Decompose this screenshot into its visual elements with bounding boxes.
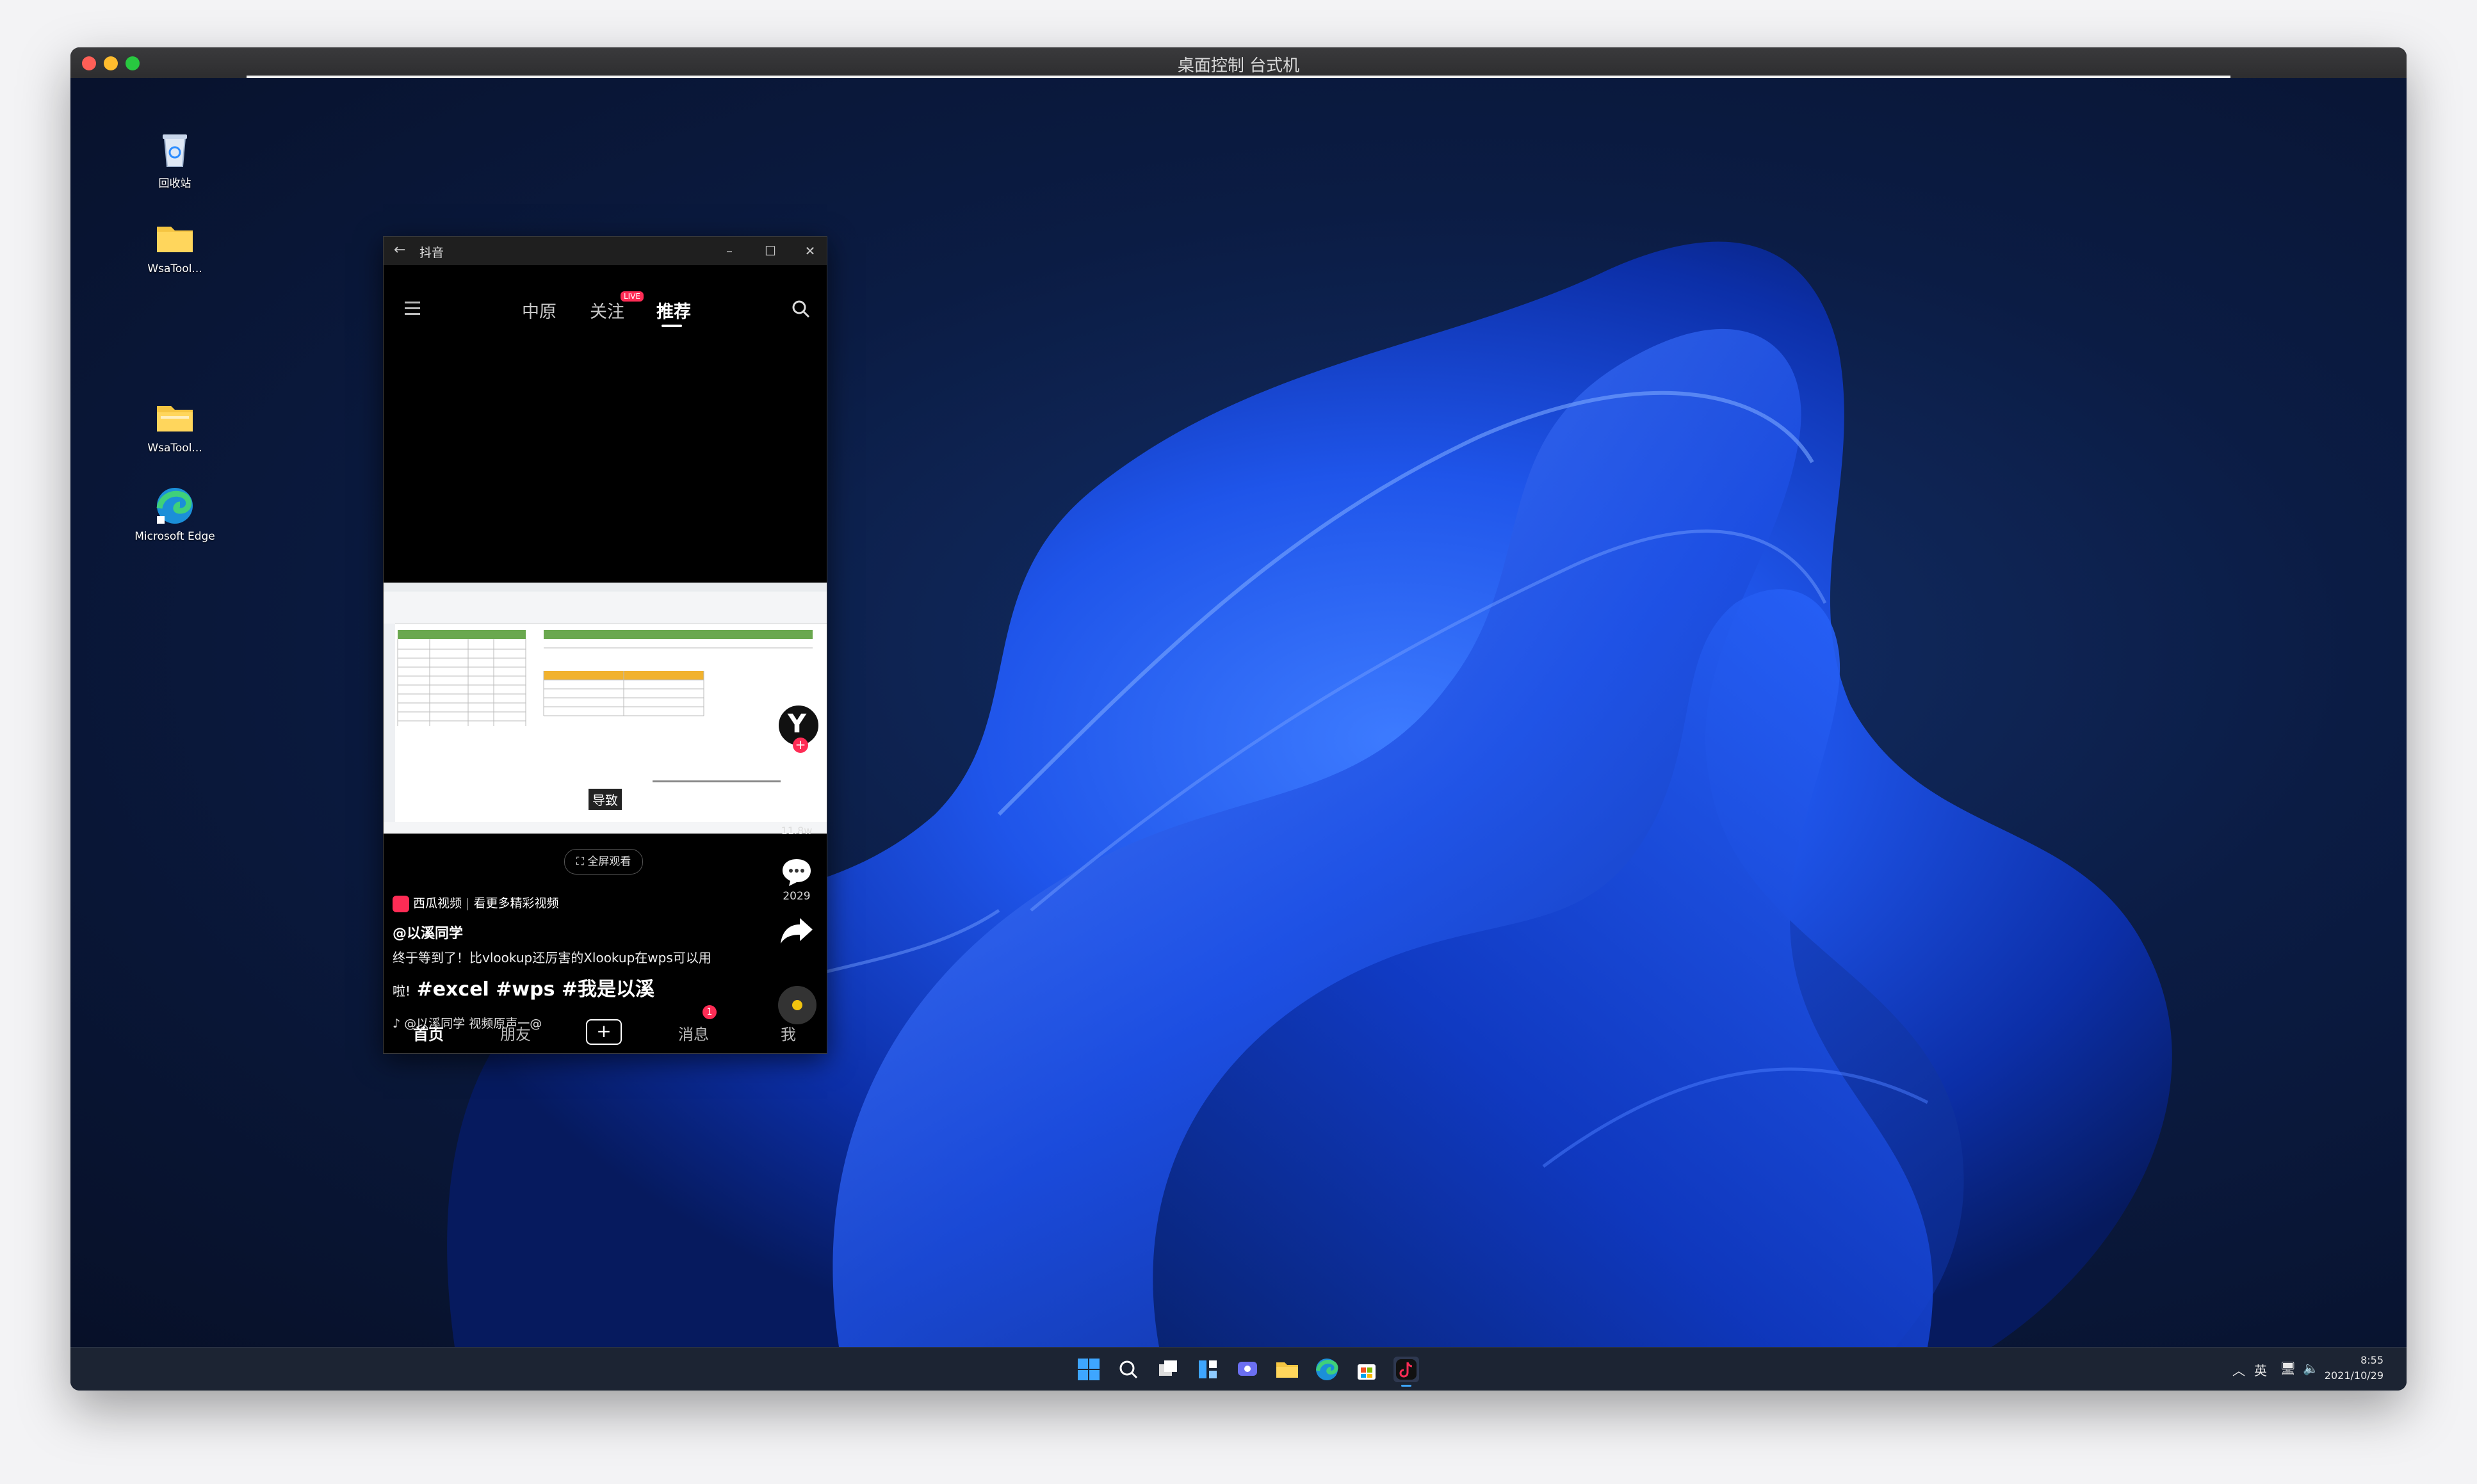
spreadsheet-toolbar <box>384 583 827 592</box>
music-disc[interactable] <box>778 986 816 1024</box>
store-icon <box>1358 1364 1376 1380</box>
recycle-bin-icon <box>154 129 195 170</box>
chat-button[interactable] <box>1235 1357 1260 1382</box>
douyin-window: ← 抖音 – ☐ ✕ 中原 关注 LIVE 推荐 导致 Y + 11.8w 20… <box>383 236 827 1054</box>
author-avatar[interactable]: Y + <box>777 704 820 753</box>
tab-home[interactable]: 首页 <box>413 1022 444 1044</box>
folder-icon <box>154 218 195 259</box>
search-icon[interactable] <box>791 299 811 319</box>
follow-plus-icon[interactable]: + <box>793 738 808 753</box>
nav-item-following[interactable]: 关注 LIVE <box>590 291 644 323</box>
task-view-button[interactable] <box>1155 1357 1181 1382</box>
music-disc-center <box>792 1000 802 1010</box>
tab-messages-label: 消息 <box>678 1026 709 1044</box>
folder-icon <box>154 397 195 438</box>
fullscreen-label: 全屏观看 <box>587 855 631 868</box>
avatar-logo: Y <box>788 709 806 739</box>
desktop-icon-edge[interactable]: Microsoft Edge <box>133 485 216 543</box>
windows-desktop: 回收站 WsaTool... WsaTool... Microsoft Edge… <box>70 78 2407 1347</box>
tab-friends[interactable]: 朋友 <box>500 1022 531 1044</box>
volume-icon[interactable]: 🔈 <box>2303 1360 2319 1376</box>
tab-me[interactable]: 我 <box>781 1022 796 1044</box>
remote-window-titlebar[interactable]: 桌面控制 台式机 <box>70 47 2407 79</box>
share-button[interactable] <box>777 915 816 948</box>
back-arrow-icon[interactable]: ← <box>394 242 405 258</box>
desktop-icon-label: 回收站 <box>158 177 191 190</box>
file-explorer-button[interactable] <box>1274 1357 1300 1382</box>
caption-line-2: 啦! #excel #wps #我是以溪 <box>393 973 654 1001</box>
edge-icon <box>1316 1359 1338 1380</box>
clock-date: 2021/10/29 <box>2324 1369 2384 1382</box>
source-cta: 看更多精彩视频 <box>473 896 559 910</box>
minimize-icon[interactable]: – <box>717 241 742 261</box>
source-line[interactable]: 西瓜视频 | 看更多精彩视频 <box>393 894 559 912</box>
teams-chat-icon <box>1238 1362 1257 1376</box>
video-player[interactable]: 导致 Y + <box>384 583 827 834</box>
clock-time: 8:55 <box>2360 1354 2384 1366</box>
windows-taskbar: ︿ 英 🖥 🔈 8:55 2021/10/29 <box>70 1347 2407 1391</box>
system-clock[interactable]: 8:55 2021/10/29 <box>2325 1353 2384 1383</box>
search-taskbar-button[interactable] <box>1116 1357 1141 1382</box>
start-button[interactable] <box>1076 1357 1101 1382</box>
input-language-indicator[interactable]: 英 <box>2254 1360 2267 1379</box>
create-post-button[interactable]: + <box>586 1019 622 1045</box>
remote-desktop-window: 桌面控制 台式机 回收站 WsaTool... WsaTool... Micro… <box>70 47 2407 1391</box>
caption-prefix: 啦! <box>393 983 411 999</box>
widgets-button[interactable] <box>1195 1357 1221 1382</box>
network-icon[interactable]: 🖥 <box>2280 1360 2296 1376</box>
expand-icon: ⛶ <box>576 855 588 868</box>
desktop-icon-recycle-bin[interactable]: 回收站 <box>133 129 216 190</box>
top-nav: 中原 关注 LIVE 推荐 <box>384 291 827 330</box>
edge-taskbar-button[interactable] <box>1314 1357 1340 1382</box>
desktop-icon-wsatool-1[interactable]: WsaTool... <box>133 218 216 275</box>
task-view-icon <box>1159 1360 1177 1376</box>
xigua-logo-icon <box>393 895 409 912</box>
remote-window-title: 桌面控制 台式机 <box>1177 56 1300 76</box>
hashtags[interactable]: #excel #wps #我是以溪 <box>417 978 654 1001</box>
video-overlay-text: 导致 <box>589 789 622 810</box>
widgets-icon <box>1199 1360 1217 1378</box>
nav-item-recommended-label: 推荐 <box>656 302 691 322</box>
share-icon <box>781 918 813 944</box>
store-button[interactable] <box>1354 1357 1379 1382</box>
close-icon[interactable]: ✕ <box>797 241 823 261</box>
desktop-icon-label: WsaTool... <box>147 262 202 275</box>
comment-button[interactable]: 2029 <box>776 857 818 903</box>
active-tab-indicator <box>662 325 682 327</box>
douyin-taskbar-button[interactable] <box>1393 1357 1419 1387</box>
douyin-icon <box>1396 1359 1417 1380</box>
fullscreen-button[interactable]: ⛶ 全屏观看 <box>564 849 644 875</box>
nav-item-recommended[interactable]: 推荐 <box>656 298 691 327</box>
douyin-titlebar[interactable]: ← 抖音 – ☐ ✕ <box>384 237 827 265</box>
windows-logo-icon <box>1078 1359 1100 1380</box>
tray-overflow-chevron-icon[interactable]: ︿ <box>2232 1360 2245 1379</box>
maximize-icon[interactable]: ☐ <box>758 241 783 261</box>
tab-messages[interactable]: 消息 1 <box>678 1005 717 1044</box>
nav-item-local[interactable]: 中原 <box>522 298 556 323</box>
like-count: 11.8w <box>781 825 813 837</box>
comment-icon <box>783 859 811 886</box>
author-name[interactable]: @以溪同学 <box>393 922 463 942</box>
search-icon <box>1119 1360 1138 1379</box>
desktop-icon-label: WsaTool... <box>147 442 202 455</box>
comment-count: 2029 <box>783 890 811 903</box>
nav-item-following-label: 关注 <box>590 302 624 322</box>
source-brand: 西瓜视频 <box>413 896 462 910</box>
menu-icon[interactable] <box>403 299 422 318</box>
douyin-window-title: 抖音 <box>419 246 444 260</box>
music-note-icon: ♪ <box>393 1017 405 1031</box>
live-badge: LIVE <box>621 291 644 302</box>
message-badge: 1 <box>702 1005 717 1019</box>
desktop-icon-wsatool-2[interactable]: WsaTool... <box>133 397 216 455</box>
spreadsheet-ribbon <box>384 592 827 624</box>
edge-icon <box>154 485 195 526</box>
desktop-icon-label: Microsoft Edge <box>134 530 215 543</box>
caption-line-1: 终于等到了！比vlookup还厉害的Xlookup在wps可以用 <box>393 950 711 965</box>
file-explorer-icon <box>1276 1362 1298 1378</box>
active-app-indicator <box>1401 1385 1411 1387</box>
